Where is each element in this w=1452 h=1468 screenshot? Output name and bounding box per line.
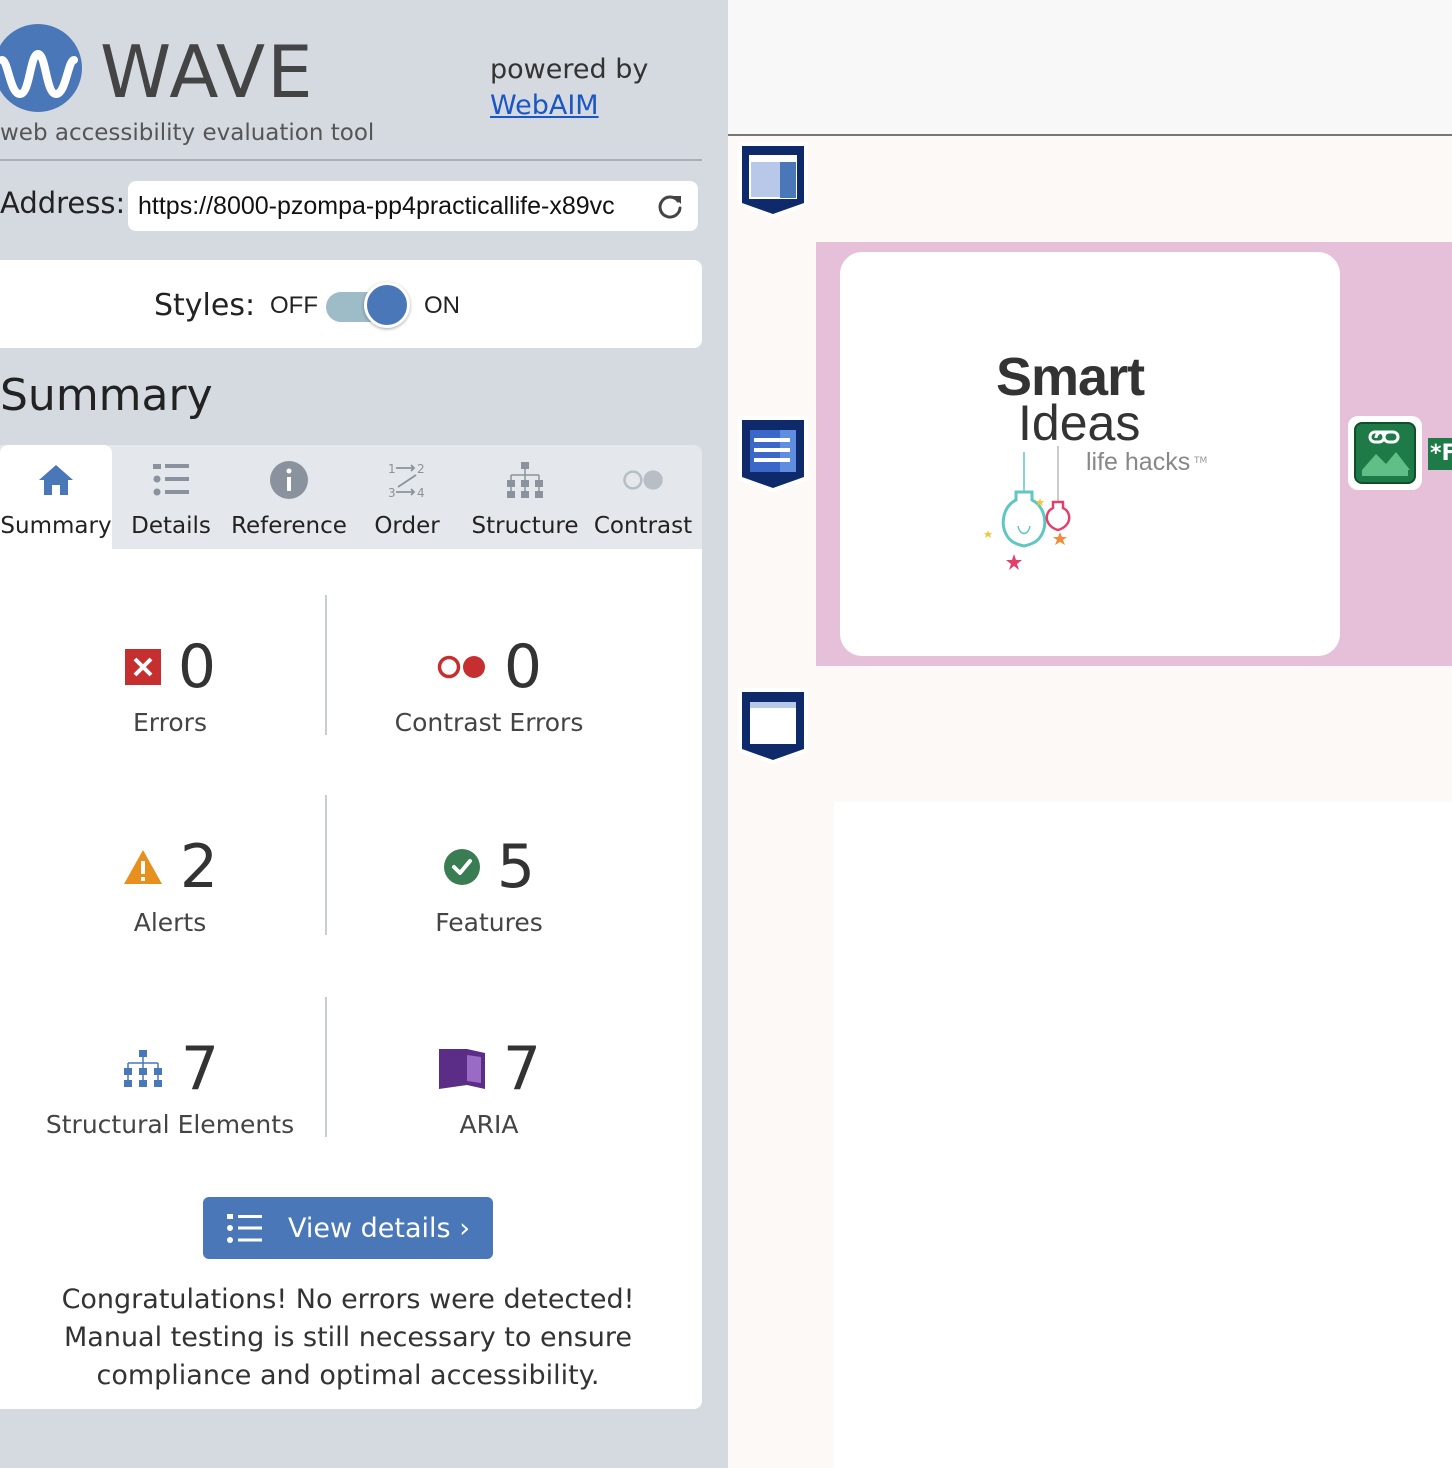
- panel-heading: Summary: [0, 370, 213, 421]
- address-label: Address:: [0, 186, 126, 220]
- stat-structural-elements[interactable]: 7 Structural Elements: [5, 1034, 335, 1139]
- contrast-errors-label: Contrast Errors: [394, 708, 584, 737]
- linked-image-icon: [1362, 430, 1410, 476]
- stat-features[interactable]: 5 Features: [324, 832, 654, 937]
- congrats-message: Congratulations! No errors were detected…: [61, 1284, 635, 1391]
- panel-tabs: Summary Details Reference 1 2 3 4 Order …: [0, 445, 702, 549]
- feature-check-icon: [443, 849, 480, 885]
- view-details-label: View details ›: [288, 1212, 470, 1244]
- tab-structure[interactable]: Structure: [466, 445, 584, 549]
- styles-off-label: OFF: [270, 292, 318, 319]
- styles-toggle-knob[interactable]: [364, 282, 410, 328]
- wave-logo-text: WAVE: [100, 30, 315, 114]
- structural-count: 7: [180, 1034, 220, 1104]
- alerts-count: 2: [179, 832, 219, 902]
- view-details-button[interactable]: View details ›: [203, 1197, 493, 1259]
- stat-alerts[interactable]: 2 Alerts: [5, 832, 335, 937]
- alerts-label: Alerts: [133, 908, 207, 937]
- preview-logo-card: Smart Ideas life hacks TM: [840, 252, 1340, 656]
- tab-label: Order: [374, 513, 440, 539]
- svg-text:4: 4: [417, 486, 425, 500]
- list-icon: [150, 459, 192, 501]
- preview-content-area: [834, 802, 1452, 1468]
- linked-image-badge[interactable]: [1348, 416, 1422, 490]
- region-badge-icon[interactable]: [736, 414, 810, 494]
- wave-sidebar: WAVE web accessibility evaluation tool p…: [0, 0, 728, 1468]
- wave-logo-icon: [0, 24, 82, 112]
- features-count: 5: [496, 832, 536, 902]
- svg-text:1: 1: [388, 462, 396, 476]
- structure-icon: [504, 459, 546, 501]
- styles-toggle-card: Styles: OFF ON: [0, 260, 702, 348]
- address-bar: [128, 181, 698, 231]
- page-preview: Smart Ideas life hacks TM *F: [728, 0, 1452, 1468]
- preview-flag-label: *F: [1428, 438, 1452, 470]
- summary-panel: 0 Errors 0 Contrast Errors 2 Alerts 5 Fe…: [0, 549, 702, 1409]
- tab-summary[interactable]: Summary: [0, 445, 112, 549]
- stat-aria[interactable]: 7 ARIA: [324, 1034, 654, 1139]
- contrast-errors-count: 0: [503, 632, 543, 702]
- contrast-error-icon: [437, 655, 485, 679]
- list-icon: [227, 1214, 262, 1243]
- tab-label: Contrast: [593, 513, 693, 539]
- preview-section: [728, 666, 1452, 802]
- styles-toggle-switch[interactable]: [326, 282, 410, 328]
- aria-icon: [438, 1049, 485, 1089]
- svg-text:2: 2: [417, 462, 425, 476]
- stat-errors[interactable]: 0 Errors: [5, 632, 335, 737]
- features-label: Features: [435, 908, 543, 937]
- powered-by-text: powered by: [490, 54, 649, 85]
- errors-count: 0: [177, 632, 217, 702]
- alert-icon: [123, 850, 162, 884]
- structure-icon: [123, 1050, 162, 1087]
- region-badge-icon[interactable]: [736, 140, 810, 220]
- region-badge-icon[interactable]: [736, 686, 810, 766]
- preview-header-region: [728, 0, 1452, 136]
- tab-reference[interactable]: Reference: [230, 445, 348, 549]
- tab-contrast[interactable]: Contrast: [584, 445, 702, 549]
- tab-label: Structure: [471, 513, 579, 539]
- structural-label: Structural Elements: [45, 1110, 295, 1139]
- tab-order[interactable]: 1 2 3 4 Order: [348, 445, 466, 549]
- styles-on-label: ON: [424, 292, 460, 319]
- contrast-icon: [622, 459, 664, 501]
- tab-label: Reference: [231, 513, 347, 539]
- info-icon: [268, 459, 310, 501]
- home-icon: [35, 459, 77, 501]
- tab-label: Summary: [0, 513, 112, 539]
- header-divider: [0, 159, 702, 161]
- errors-label: Errors: [133, 708, 207, 737]
- stat-contrast-errors[interactable]: 0 Contrast Errors: [324, 632, 654, 737]
- lightbulb-icon: [984, 446, 1071, 570]
- reload-icon[interactable]: [656, 192, 684, 220]
- aria-count: 7: [502, 1034, 542, 1104]
- smart-ideas-logo: Smart Ideas life hacks TM: [980, 342, 1220, 602]
- error-icon: [124, 649, 161, 685]
- order-icon: 1 2 3 4: [386, 459, 428, 501]
- wave-tagline: web accessibility evaluation tool: [0, 120, 375, 146]
- logo-ideas-text: Ideas: [1018, 395, 1141, 451]
- tab-label: Details: [131, 513, 211, 539]
- aria-label: ARIA: [459, 1110, 519, 1139]
- webaim-link[interactable]: WebAIM: [490, 90, 599, 121]
- svg-text:3: 3: [388, 486, 396, 500]
- styles-label: Styles:: [154, 288, 256, 323]
- tab-details[interactable]: Details: [112, 445, 230, 549]
- address-input[interactable]: [138, 181, 644, 231]
